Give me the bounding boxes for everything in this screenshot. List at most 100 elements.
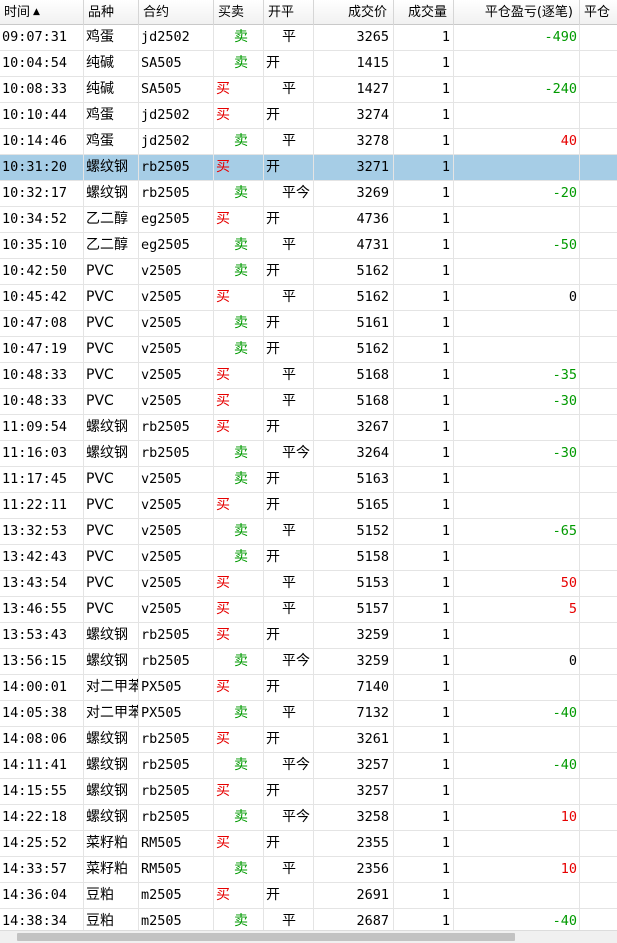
table-row[interactable]: 13:53:43 螺纹钢 rb2505 买开 3259 1 (0, 623, 617, 649)
cell-contract: RM505 (139, 831, 214, 856)
column-header-extra[interactable]: 平仓 (580, 0, 617, 25)
table-row[interactable]: 10:45:42 PVC v2505 买平 5162 1 0 (0, 285, 617, 311)
cell-product: PVC (84, 259, 139, 284)
cell-volume: 1 (394, 285, 454, 310)
table-row[interactable]: 13:42:43 PVC v2505 卖开 5158 1 (0, 545, 617, 571)
cell-contract: v2505 (139, 389, 214, 414)
cell-extra (580, 831, 617, 856)
table-row[interactable]: 10:04:54 纯碱 SA505 卖开 1415 1 (0, 51, 617, 77)
table-row[interactable]: 10:14:46 鸡蛋 jd2502 卖平 3278 1 40 (0, 129, 617, 155)
cell-pnl (454, 337, 580, 362)
cell-time: 13:32:53 (0, 519, 84, 544)
cell-product: PVC (84, 363, 139, 388)
column-header-price[interactable]: 成交价 (314, 0, 394, 25)
cell-price: 3265 (314, 25, 394, 50)
cell-side: 买 (214, 415, 264, 440)
table-row[interactable]: 10:08:33 纯碱 SA505 买平 1427 1 -240 (0, 77, 617, 103)
cell-volume: 1 (394, 129, 454, 154)
cell-product: 菜籽粕 (84, 857, 139, 882)
table-row[interactable]: 09:07:31 鸡蛋 jd2502 卖平 3265 1 -490 (0, 25, 617, 51)
cell-volume: 1 (394, 363, 454, 388)
column-header-open-close[interactable]: 开平 (264, 0, 314, 25)
cell-time: 14:36:04 (0, 883, 84, 908)
cell-side: 卖 (214, 181, 264, 206)
table-row[interactable]: 14:33:57 菜籽粕 RM505 卖平 2356 1 10 (0, 857, 617, 883)
cell-side: 买 (214, 363, 264, 388)
table-row[interactable]: 14:38:34 豆粕 m2505 卖平 2687 1 -40 (0, 909, 617, 930)
table-row[interactable]: 10:48:33 PVC v2505 买平 5168 1 -30 (0, 389, 617, 415)
table-row[interactable]: 11:16:03 螺纹钢 rb2505 卖平今 3264 1 -30 (0, 441, 617, 467)
table-row[interactable]: 14:08:06 螺纹钢 rb2505 买开 3261 1 (0, 727, 617, 753)
cell-volume: 1 (394, 155, 454, 180)
table-row[interactable]: 10:31:20 螺纹钢 rb2505 买开 3271 1 (0, 155, 617, 181)
table-row[interactable]: 11:22:11 PVC v2505 买开 5165 1 (0, 493, 617, 519)
cell-volume: 1 (394, 207, 454, 232)
table-row[interactable]: 10:34:52 乙二醇 eg2505 买开 4736 1 (0, 207, 617, 233)
cell-volume: 1 (394, 649, 454, 674)
cell-price: 5165 (314, 493, 394, 518)
cell-time: 11:17:45 (0, 467, 84, 492)
column-header-time[interactable]: 时间 ▲ (0, 0, 84, 25)
table-row[interactable]: 14:22:18 螺纹钢 rb2505 卖平今 3258 1 10 (0, 805, 617, 831)
cell-price: 3257 (314, 753, 394, 778)
cell-extra (580, 701, 617, 726)
cell-product: 螺纹钢 (84, 727, 139, 752)
column-header-product[interactable]: 品种 (84, 0, 139, 25)
cell-extra (580, 207, 617, 232)
table-row[interactable]: 14:00:01 对二甲苯 PX505 买开 7140 1 (0, 675, 617, 701)
cell-product: 螺纹钢 (84, 753, 139, 778)
table-row[interactable]: 10:47:08 PVC v2505 卖开 5161 1 (0, 311, 617, 337)
cell-pnl (454, 155, 580, 180)
horizontal-scrollbar[interactable] (0, 930, 617, 943)
table-row[interactable]: 13:43:54 PVC v2505 买平 5153 1 50 (0, 571, 617, 597)
cell-open-close: 开 (264, 623, 314, 648)
table-row[interactable]: 10:48:33 PVC v2505 买平 5168 1 -35 (0, 363, 617, 389)
column-header-contract[interactable]: 合约 (139, 0, 214, 25)
table-row[interactable]: 14:36:04 豆粕 m2505 买开 2691 1 (0, 883, 617, 909)
cell-side: 卖 (214, 753, 264, 778)
table-row[interactable]: 13:46:55 PVC v2505 买平 5157 1 5 (0, 597, 617, 623)
cell-product: PVC (84, 311, 139, 336)
cell-contract: rb2505 (139, 753, 214, 778)
table-row[interactable]: 10:10:44 鸡蛋 jd2502 买开 3274 1 (0, 103, 617, 129)
cell-time: 10:47:08 (0, 311, 84, 336)
table-row[interactable]: 14:15:55 螺纹钢 rb2505 买开 3257 1 (0, 779, 617, 805)
cell-product: 螺纹钢 (84, 623, 139, 648)
cell-pnl: 40 (454, 129, 580, 154)
cell-side: 卖 (214, 51, 264, 76)
cell-time: 13:53:43 (0, 623, 84, 648)
cell-time: 10:32:17 (0, 181, 84, 206)
table-row[interactable]: 13:32:53 PVC v2505 卖平 5152 1 -65 (0, 519, 617, 545)
cell-extra (580, 51, 617, 76)
scrollbar-thumb[interactable] (17, 933, 515, 941)
cell-price: 5168 (314, 389, 394, 414)
column-header-side[interactable]: 买卖 (214, 0, 264, 25)
cell-extra (580, 597, 617, 622)
table-row[interactable]: 14:11:41 螺纹钢 rb2505 卖平今 3257 1 -40 (0, 753, 617, 779)
cell-volume: 1 (394, 51, 454, 76)
table-row[interactable]: 14:05:38 对二甲苯 PX505 卖平 7132 1 -40 (0, 701, 617, 727)
cell-pnl: -240 (454, 77, 580, 102)
table-row[interactable]: 10:42:50 PVC v2505 卖开 5162 1 (0, 259, 617, 285)
cell-time: 11:16:03 (0, 441, 84, 466)
column-header-pnl[interactable]: 平仓盈亏(逐笔) (454, 0, 580, 25)
cell-product: 菜籽粕 (84, 831, 139, 856)
table-row[interactable]: 11:17:45 PVC v2505 卖开 5163 1 (0, 467, 617, 493)
cell-contract: rb2505 (139, 649, 214, 674)
cell-contract: v2505 (139, 337, 214, 362)
table-row[interactable]: 13:56:15 螺纹钢 rb2505 卖平今 3259 1 0 (0, 649, 617, 675)
cell-time: 14:38:34 (0, 909, 84, 930)
cell-side: 卖 (214, 311, 264, 336)
table-row[interactable]: 10:35:10 乙二醇 eg2505 卖平 4731 1 -50 (0, 233, 617, 259)
table-row[interactable]: 11:09:54 螺纹钢 rb2505 买开 3267 1 (0, 415, 617, 441)
table-row[interactable]: 14:25:52 菜籽粕 RM505 买开 2355 1 (0, 831, 617, 857)
column-header-volume[interactable]: 成交量 (394, 0, 454, 25)
table-row[interactable]: 10:32:17 螺纹钢 rb2505 卖平今 3269 1 -20 (0, 181, 617, 207)
cell-open-close: 平 (264, 389, 314, 414)
cell-price: 5158 (314, 545, 394, 570)
cell-open-close: 平 (264, 571, 314, 596)
table-header: 时间 ▲ 品种 合约 买卖 开平 成交价 成交量 平仓盈亏(逐笔) 平仓 (0, 0, 617, 25)
cell-volume: 1 (394, 909, 454, 930)
cell-product: 螺纹钢 (84, 155, 139, 180)
table-row[interactable]: 10:47:19 PVC v2505 卖开 5162 1 (0, 337, 617, 363)
